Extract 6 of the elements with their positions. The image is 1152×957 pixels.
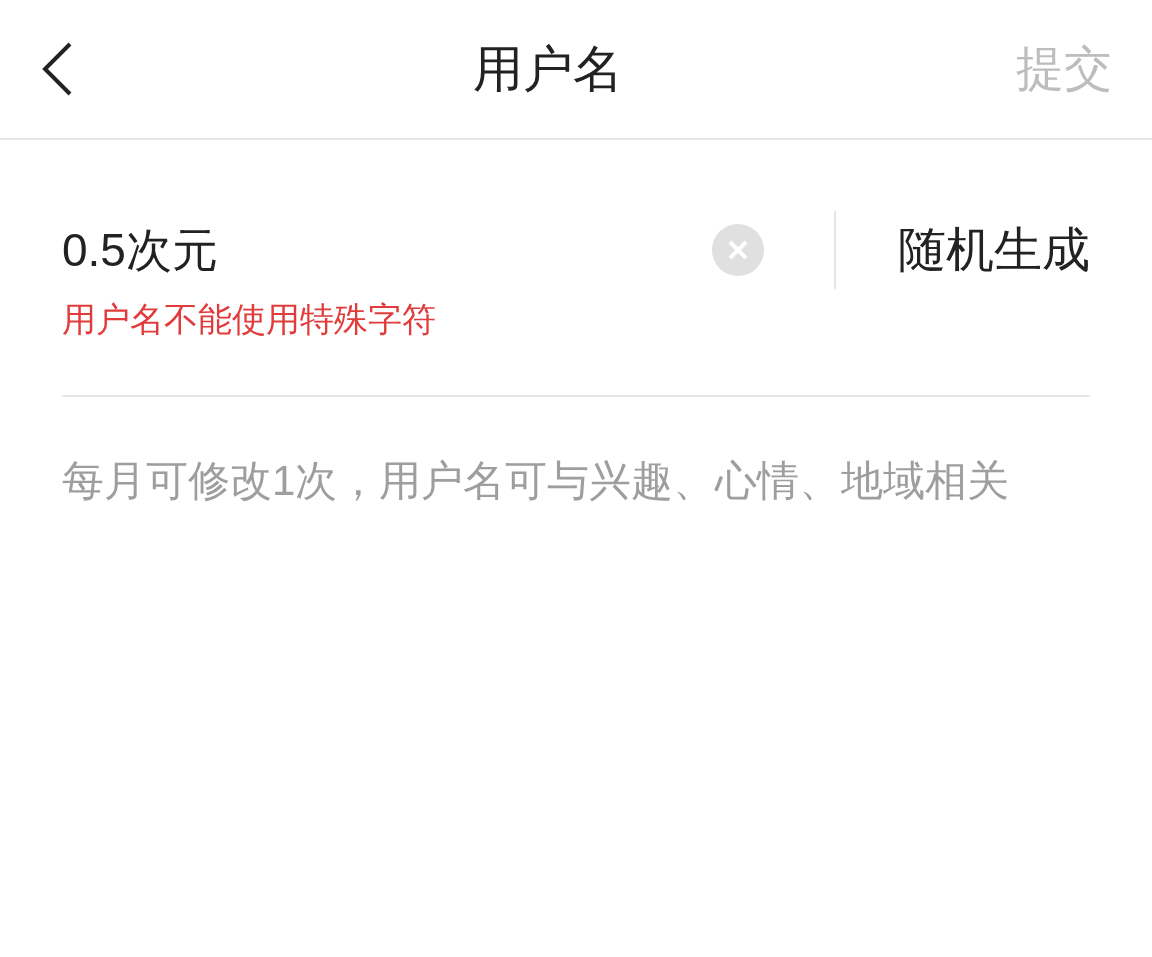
username-field[interactable]: 0.5次元 xyxy=(62,215,712,285)
hint-text: 每月可修改1次，用户名可与兴趣、心情、地域相关 xyxy=(62,456,1011,506)
random-generate-button[interactable]: 随机生成 xyxy=(898,214,1090,286)
back-icon xyxy=(40,41,74,97)
page-title: 用户名 xyxy=(473,39,623,99)
error-message: 用户名不能使用特殊字符 xyxy=(62,299,436,340)
